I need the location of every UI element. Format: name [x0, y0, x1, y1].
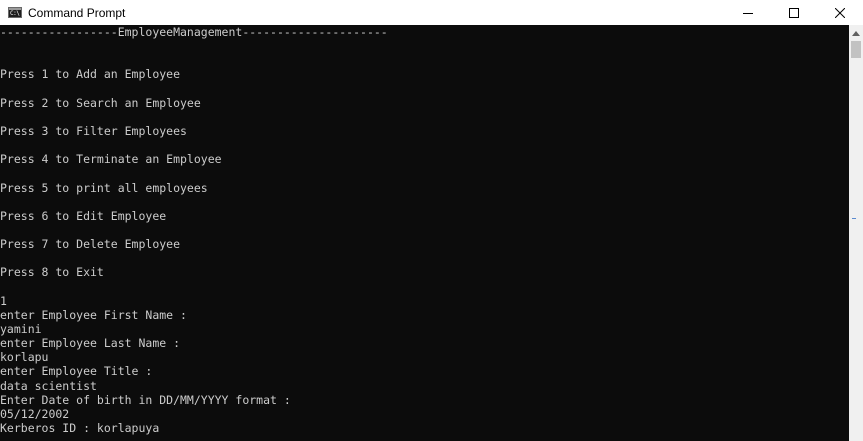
console-line: 1: [0, 293, 7, 308]
vertical-scrollbar[interactable]: [849, 25, 863, 441]
console-line: Kerberos ID : korlapuya: [0, 420, 160, 435]
scroll-up-button[interactable]: [849, 25, 863, 41]
cmd-icon-text: C:\: [10, 10, 20, 17]
console-line: Press 3 to Filter Employees: [0, 123, 187, 138]
window-controls: [725, 0, 863, 25]
close-icon: [835, 7, 845, 18]
console-line: -----------------EmployeeManagement-----…: [0, 25, 388, 39]
console-line: Press 1 to Add an Employee: [0, 67, 181, 82]
console-line: Press 8 to Exit: [0, 265, 104, 280]
console-line: korlapu: [0, 350, 49, 365]
console-line: Enter Date of birth in DD/MM/YYYY format…: [0, 392, 291, 407]
console-line: Press 2 to Search an Employee: [0, 95, 201, 110]
maximize-icon: [789, 7, 799, 18]
console-line: Press 6 to Edit Employee: [0, 208, 167, 223]
maximize-button[interactable]: [771, 0, 817, 25]
scroll-position-marker: [852, 218, 856, 219]
cmd-icon[interactable]: C:\: [8, 7, 22, 18]
console-line: yamini: [0, 321, 42, 336]
console-line: Press 7 to Delete Employee: [0, 237, 181, 252]
console-output[interactable]: -----------------EmployeeManagement-----…: [0, 25, 849, 441]
console-line: enter Employee Last Name :: [0, 336, 181, 351]
minimize-button[interactable]: [725, 0, 771, 25]
console-line: enter Employee Title :: [0, 364, 153, 379]
console-line: enter Employee First Name :: [0, 307, 187, 322]
console-line: Press 5 to print all employees: [0, 180, 208, 195]
console-lines: -----------------EmployeeManagement-----…: [0, 25, 849, 435]
minimize-icon: [743, 12, 753, 14]
command-prompt-window: C:\ Command Prompt -----------------Empl…: [0, 0, 863, 441]
close-button[interactable]: [817, 0, 863, 25]
console-line: data scientist: [0, 378, 97, 393]
scroll-thumb[interactable]: [851, 41, 861, 58]
console-line: Press 4 to Terminate an Employee: [0, 152, 222, 167]
title-bar[interactable]: C:\ Command Prompt: [0, 0, 863, 25]
window-title: Command Prompt: [28, 5, 126, 20]
chevron-up-icon: [852, 30, 860, 36]
console-line: 05/12/2002: [0, 406, 70, 421]
